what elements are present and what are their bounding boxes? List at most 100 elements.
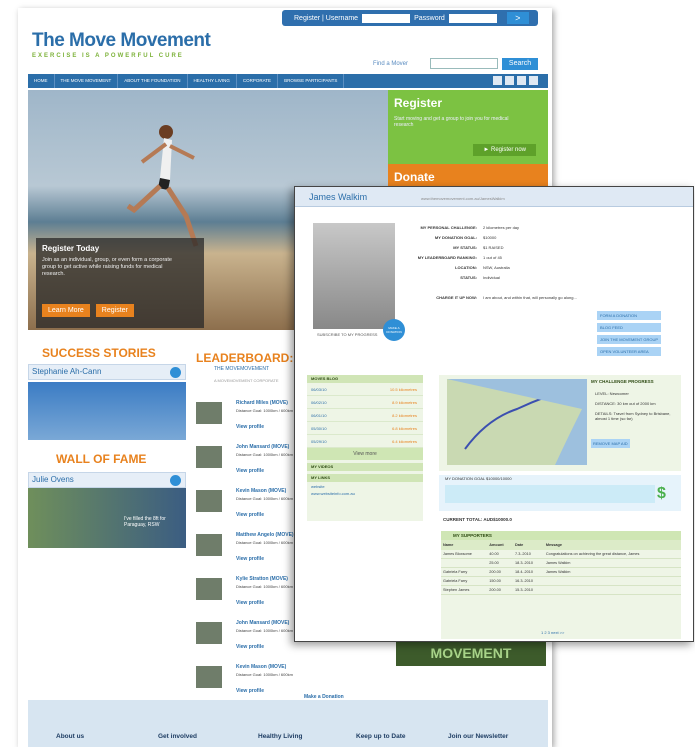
view-more-button[interactable]: View more xyxy=(307,448,423,460)
profile-actions: FORM A DONATION BLOG FEED JOIN THE MOVEM… xyxy=(597,311,662,359)
blog-row[interactable]: 06/01/10 8.2 kilometres xyxy=(307,409,423,422)
footer-keep-up[interactable]: Keep up to Date xyxy=(356,733,405,740)
profile-url[interactable]: www.themovemovement.com.au/JamesWalkim xyxy=(421,196,505,201)
view-profile-link[interactable]: View profile xyxy=(236,688,264,694)
register-link[interactable]: Register | Username xyxy=(294,15,358,22)
blog-distance: 6.4 kilometres xyxy=(392,439,417,444)
my-link[interactable]: www.websiteinfo.com.au xyxy=(307,491,423,496)
participant-name[interactable]: Kevin Mason (MOVE) xyxy=(236,488,286,494)
wall-of-fame-photo[interactable]: I've filled the 8ft for Paraguay, RSW xyxy=(28,488,186,548)
view-profile-link[interactable]: View profile xyxy=(236,512,264,518)
participant-photo[interactable] xyxy=(196,402,222,424)
form-donation-button[interactable]: FORM A DONATION xyxy=(597,311,662,320)
register-now-button[interactable]: ► Register now xyxy=(473,144,536,156)
nav-corporate[interactable]: CORPORATE xyxy=(237,74,279,88)
register-today-title: Register Today xyxy=(42,244,100,253)
volunteer-button[interactable]: OPEN VOLUNTEER AREA xyxy=(597,347,662,356)
success-story-photo[interactable] xyxy=(28,382,186,440)
profile-field: MY LEADERBOARD RANKING: 1 out of 45 xyxy=(409,255,502,260)
view-profile-link[interactable]: View profile xyxy=(236,644,264,650)
nav-move-movement[interactable]: THE MOVE MOVEMENT xyxy=(55,74,119,88)
field-value: I am about, and within that, will person… xyxy=(483,295,577,300)
route-map[interactable] xyxy=(447,379,587,465)
participant-photo[interactable] xyxy=(196,446,222,468)
my-link[interactable]: website xyxy=(307,482,423,491)
join-group-button[interactable]: JOIN THE MOVEMENT GROUP xyxy=(597,335,662,344)
login-go-button[interactable]: > xyxy=(506,12,529,24)
view-profile-link[interactable]: View profile xyxy=(236,424,264,430)
nav-browse[interactable]: BROWSE PARTICIPANTS xyxy=(278,74,345,88)
register-panel: Register Start moving and get a group to… xyxy=(388,90,548,164)
view-profile-link[interactable]: View profile xyxy=(236,556,264,562)
supporter-date: 7.3..2010 xyxy=(513,550,544,559)
blog-date: 06/03/10 xyxy=(311,387,327,392)
participant-name[interactable]: John Mansard (MOVE) xyxy=(236,620,289,626)
participant-detail: Distance Goal: 1000km / 600km xyxy=(236,584,293,589)
youtube-icon[interactable] xyxy=(517,76,526,85)
route-map-image xyxy=(447,379,587,465)
my-videos-title[interactable]: MY VIDEOS xyxy=(307,463,423,471)
blog-row[interactable]: 06/02/10 8.9 kilometres xyxy=(307,396,423,409)
leaderboard-tabs[interactable]: A MOVEMOVEMENT CORPORATE xyxy=(214,378,279,383)
participant-photo[interactable] xyxy=(196,666,222,688)
participant-name[interactable]: Kylie Stratton (MOVE) xyxy=(236,576,288,582)
rss-icon[interactable] xyxy=(529,76,538,85)
subscribe-label[interactable]: SUBSCRIBE TO MY PROGRESS xyxy=(317,332,377,337)
view-profile-link[interactable]: View profile xyxy=(236,468,264,474)
participant-name[interactable]: Richard Miles (MOVE) xyxy=(236,400,288,406)
facebook-icon[interactable] xyxy=(493,76,502,85)
participant-name[interactable]: Kevin Mason (MOVE) xyxy=(236,664,286,670)
arrow-right-icon[interactable] xyxy=(170,367,181,378)
participant-photo[interactable] xyxy=(196,534,222,556)
map-toggle-button[interactable]: REMOVE MAP AID xyxy=(591,439,630,448)
blog-row[interactable]: 06/03/10 10.5 kilometres xyxy=(307,383,423,396)
profile-photo xyxy=(313,223,395,329)
search-button[interactable]: Search xyxy=(502,58,538,70)
field-label: LOCATION: xyxy=(455,265,477,270)
footer-get-involved[interactable]: Get involved xyxy=(158,733,197,740)
hero-register-button[interactable]: Register xyxy=(95,304,134,317)
wall-of-fame-name[interactable]: Julie Ovens xyxy=(28,472,186,488)
nav-healthy-living[interactable]: HEALTHY LIVING xyxy=(188,74,237,88)
blog-date: 06/02/10 xyxy=(311,400,327,405)
supporters-panel: MY SUPPORTERS Name Amount Date Message J… xyxy=(441,531,681,639)
nav-home[interactable]: HOME xyxy=(28,74,55,88)
view-profile-link[interactable]: View profile xyxy=(236,600,264,606)
find-mover-input[interactable] xyxy=(430,58,498,69)
participant-photo[interactable] xyxy=(196,578,222,600)
username-input[interactable] xyxy=(362,13,411,23)
participant-photo[interactable] xyxy=(196,622,222,644)
find-mover-label: Find a Mover xyxy=(373,61,409,67)
blog-row[interactable]: 05/30/10 6.8 kilometres xyxy=(307,422,423,435)
success-story-name[interactable]: Stephanie Ah-Cann xyxy=(28,364,186,380)
field-label: CHARGE IT UP NOW: xyxy=(436,295,477,300)
supporters-header-row: Name Amount Date Message xyxy=(441,540,681,550)
site-logo[interactable]: The Move Movement xyxy=(32,30,211,52)
participant-detail: Distance Goal: 1000km / 600km xyxy=(236,672,293,677)
learn-more-button[interactable]: Learn More xyxy=(42,304,90,317)
twitter-icon[interactable] xyxy=(505,76,514,85)
footer-newsletter[interactable]: Join our Newsletter xyxy=(448,733,508,740)
movement-banner[interactable]: MOVEMENT xyxy=(396,640,546,666)
supporters-pagination[interactable]: 1 2 3 next >> xyxy=(541,630,564,635)
password-label: Password xyxy=(414,14,445,22)
field-label: MY DONATION GOAL: xyxy=(434,235,477,240)
participant-photo[interactable] xyxy=(196,490,222,512)
supporter-date: 16.3..2010 xyxy=(513,576,544,586)
participant-detail: Distance Goal: 1000km / 600km xyxy=(236,452,293,457)
participant-name[interactable]: Matthew Angelo (MOVE) xyxy=(236,532,294,538)
blog-feed-button[interactable]: BLOG FEED xyxy=(597,323,662,332)
table-row: Stephen James 200.00 15.3..2010 xyxy=(441,585,681,595)
supporter-date: 18.3..2010 xyxy=(513,558,544,568)
footer-about[interactable]: About us xyxy=(56,733,84,740)
participant-name[interactable]: John Mansard (MOVE) xyxy=(236,444,289,450)
supporter-date: 15.3..2010 xyxy=(513,585,544,595)
table-row: 25.00 18.3..2010 James Walkim xyxy=(441,558,681,568)
arrow-right-icon[interactable] xyxy=(170,475,181,486)
blog-row[interactable]: 05/29/10 6.4 kilometres xyxy=(307,435,423,448)
footer-healthy-living[interactable]: Healthy Living xyxy=(258,733,302,740)
donation-badge[interactable]: MAKE A DONATION xyxy=(383,319,405,341)
blog-date: 05/30/10 xyxy=(311,426,327,431)
password-input[interactable] xyxy=(448,13,497,23)
nav-about[interactable]: ABOUT THE FOUNDATION xyxy=(118,74,188,88)
